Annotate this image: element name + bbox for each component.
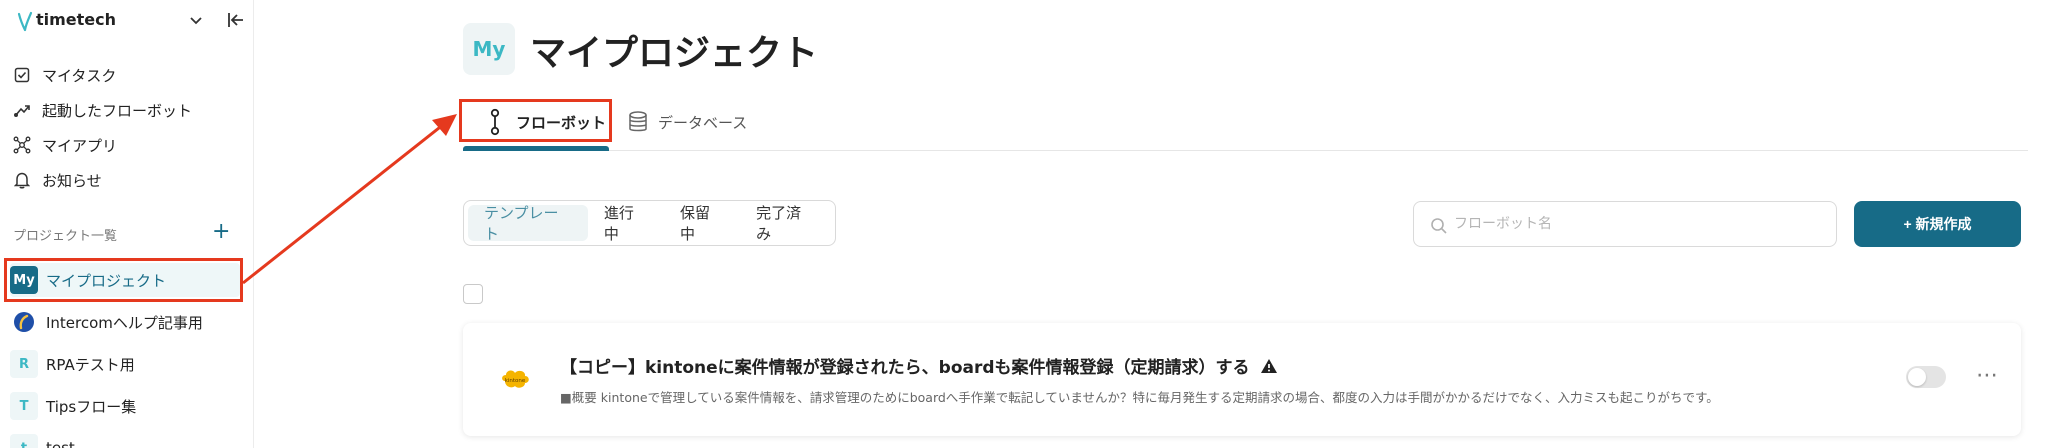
search-icon — [1431, 218, 1447, 234]
nav-item-label: マイタスク — [42, 66, 117, 85]
select-all-checkbox[interactable] — [463, 284, 483, 304]
chevron-down-icon[interactable] — [188, 12, 204, 28]
flowbot-title: 【コピー】kintoneに案件情報が登録されたら、boardも案件情報登録（定期… — [560, 353, 1278, 378]
filter-template[interactable]: テンプレート — [468, 204, 588, 243]
project-list-heading: プロジェクト一覧 — [13, 229, 118, 244]
project-item-tips[interactable]: T Tipsフロー集 — [10, 389, 240, 423]
warning-icon — [1260, 358, 1277, 373]
project-item-test[interactable]: t test — [10, 431, 240, 448]
add-project-button[interactable]: + — [212, 221, 230, 243]
nav-item-notifications[interactable]: お知らせ — [12, 165, 242, 195]
nav-item-label: 起動したフローボット — [42, 101, 193, 120]
bell-icon — [12, 170, 32, 190]
page-project-badge: My — [463, 23, 515, 75]
project-label: test — [46, 439, 75, 448]
apps-network-icon — [12, 135, 32, 155]
tab-database[interactable]: データベース — [620, 100, 760, 144]
page-title: マイプロジェクト — [530, 33, 819, 74]
flowbot-card[interactable]: kintone 【コピー】kintoneに案件情報が登録されたら、boardも案… — [463, 323, 2021, 436]
flowbot-description: ■概要 kintoneで管理している案件情報を、請求管理のためにboardへ手作… — [560, 390, 1720, 405]
flowbot-title-text: 【コピー】kintoneに案件情報が登録されたら、boardも案件情報登録（定期… — [560, 358, 1250, 378]
project-badge: R — [10, 350, 38, 378]
tabs-divider — [463, 150, 2028, 151]
flow-trend-icon — [12, 100, 32, 120]
collapse-sidebar-icon[interactable] — [226, 10, 246, 30]
new-flowbot-button[interactable]: + 新規作成 — [1854, 201, 2021, 247]
nav-item-started-flowbots[interactable]: 起動したフローボット — [12, 95, 242, 125]
sidebar: timetech マイタスク 起動したフローボット マイアプリ お知らせ プロジ… — [0, 0, 254, 448]
flowbot-search — [1413, 201, 1837, 247]
annotation-highlight-tab — [459, 99, 612, 142]
project-item-intercom[interactable]: Intercomヘルプ記事用 — [10, 305, 240, 339]
nav-item-label: お知らせ — [42, 171, 102, 190]
filter-on-hold[interactable]: 保留中 — [664, 204, 740, 243]
status-filter-group: テンプレート 進行中 保留中 完了済み — [463, 200, 836, 246]
project-label: Intercomヘルプ記事用 — [46, 313, 203, 332]
tab-label: データベース — [658, 113, 748, 132]
workspace-switcher[interactable]: timetech — [12, 8, 250, 32]
project-label: Tipsフロー集 — [46, 397, 137, 416]
intercom-project-icon — [10, 308, 38, 336]
workspace-name: timetech — [36, 10, 117, 29]
filter-completed[interactable]: 完了済み — [740, 204, 831, 243]
kintone-logo-icon: kintone — [502, 370, 529, 388]
search-input[interactable] — [1454, 202, 1824, 246]
nav-item-my-tasks[interactable]: マイタスク — [12, 60, 242, 90]
project-item-rpa-test[interactable]: R RPAテスト用 — [10, 347, 240, 381]
database-icon — [629, 111, 647, 132]
filter-in-progress[interactable]: 進行中 — [588, 204, 664, 243]
active-tab-indicator — [463, 146, 609, 151]
more-options-icon[interactable]: ⋯ — [1976, 363, 1999, 388]
flowbot-enable-toggle[interactable] — [1906, 366, 1946, 388]
yoom-logo-icon — [17, 11, 33, 32]
checkbox-icon — [12, 65, 32, 85]
project-badge: t — [10, 434, 38, 448]
toggle-knob — [1908, 368, 1926, 386]
annotation-highlight-project — [4, 258, 243, 302]
project-label: RPAテスト用 — [46, 355, 135, 374]
nav-item-my-apps[interactable]: マイアプリ — [12, 130, 242, 160]
project-badge: T — [10, 392, 38, 420]
main-content: My マイプロジェクト フローボット データベース テンプレート 進行中 保留中… — [254, 0, 2048, 448]
nav-item-label: マイアプリ — [42, 136, 118, 155]
svg-text:kintone: kintone — [505, 378, 526, 384]
